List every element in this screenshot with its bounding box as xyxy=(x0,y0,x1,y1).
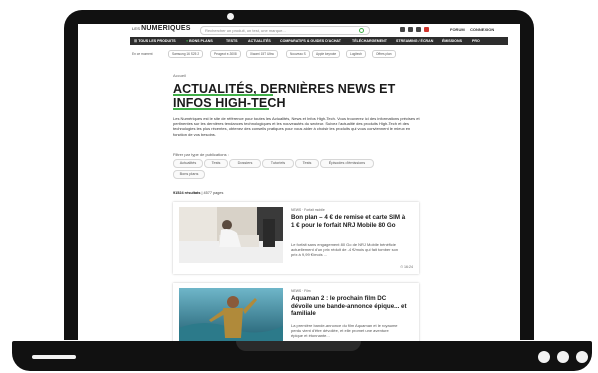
article-card[interactable]: NEWS · Forfait mobile Bon plan – 4 € de … xyxy=(173,202,419,274)
filter-pill[interactable]: Bons plans xyxy=(173,170,205,179)
connexion-link[interactable]: CONNEXION xyxy=(470,26,494,33)
title-underline xyxy=(173,94,273,96)
indicator-dot xyxy=(576,351,588,363)
nav-item-comparatifs[interactable]: COMPARATIFS & GUIDES D'ACHAT xyxy=(280,37,341,45)
article-time: ⏱ 16:24 xyxy=(400,265,413,269)
logo-prefix: LES xyxy=(132,26,141,31)
nav-item-tests[interactable]: TESTS xyxy=(226,37,238,45)
facebook-icon[interactable] xyxy=(400,27,405,32)
tag-pill[interactable]: Offres plan xyxy=(372,50,396,58)
results-total: 91524 résultats xyxy=(173,191,201,195)
search-input[interactable]: Rechercher un produit, un test, une marq… xyxy=(200,26,370,35)
filter-pill[interactable]: Tests xyxy=(204,159,228,168)
instagram-icon[interactable] xyxy=(416,27,421,32)
tag-pill[interactable]: Logitech xyxy=(346,50,367,58)
youtube-icon[interactable] xyxy=(424,27,429,32)
site-logo[interactable]: LESNUMERIQUES xyxy=(132,25,191,32)
nav-item-all-products[interactable]: ☰ TOUS LES PRODUITS xyxy=(134,37,176,45)
intro-text: Les Numériques est le site de référence … xyxy=(173,116,420,137)
filter-pill[interactable]: Dossiers xyxy=(229,159,261,168)
trending-tags: En ce moment Samsung 16 S25 2 Peugeot e-… xyxy=(132,50,502,58)
search-placeholder: Rechercher un produit, un test, une marq… xyxy=(205,28,286,33)
trending-label: En ce moment xyxy=(132,52,153,56)
article-excerpt: Le forfait sans engagement 80 Go de NRJ … xyxy=(291,242,399,257)
nav-item-emissions[interactable]: ÉMISSIONS xyxy=(442,37,462,45)
tag-pill[interactable]: Apple keynote xyxy=(312,50,341,58)
trackpad-line xyxy=(32,355,76,359)
indicator-dot xyxy=(557,351,569,363)
article-image[interactable] xyxy=(179,288,283,341)
twitter-icon[interactable] xyxy=(408,27,413,32)
tag-pill[interactable]: Samsung 16 S25 2 xyxy=(168,50,204,58)
laptop-notch xyxy=(236,341,361,351)
nav-item-streaming[interactable]: STREAMING / ÉCRAN xyxy=(396,37,433,45)
article-card[interactable]: NEWS · Film Aquaman 2 : le prochain film… xyxy=(173,283,419,341)
filter-pill[interactable]: Épisodes d'émissions xyxy=(320,159,374,168)
nav-item-pro[interactable]: PRO xyxy=(472,37,480,45)
filter-pill[interactable]: Actualités xyxy=(173,159,203,168)
article-title[interactable]: Aquaman 2 : le prochain film DC dévoile … xyxy=(291,295,409,318)
laptop-screen: LESNUMERIQUES Rechercher un produit, un … xyxy=(78,24,520,341)
filter-pill[interactable]: Tests xyxy=(295,159,319,168)
nav-item-telechargement[interactable]: TÉLÉCHARGEMENT xyxy=(352,37,387,45)
page-title: ACTUALITÉS, DERNIÈRES NEWS ET INFOS HIGH… xyxy=(173,82,396,110)
nav-item-bons-plans[interactable]: ● BONS PLANS xyxy=(186,37,213,45)
filter-pill[interactable]: Tutoriels xyxy=(262,159,294,168)
results-pages: | 4577 pages xyxy=(201,191,224,195)
indicator-dot xyxy=(538,351,550,363)
nav-item-label: BONS PLANS xyxy=(189,39,213,43)
results-count: 91524 résultats | 4577 pages xyxy=(173,191,223,195)
tag-pill[interactable]: Xiaomi 15T Ultra xyxy=(246,50,278,58)
logo-text: NUMERIQUES xyxy=(141,25,191,32)
tag-pill[interactable]: Peugeot e-3008 xyxy=(210,50,241,58)
camera-icon xyxy=(227,13,234,20)
search-icon[interactable] xyxy=(359,28,364,33)
title-underline xyxy=(173,108,269,110)
forum-link[interactable]: FORUM xyxy=(450,26,465,33)
filter-label: Filtrer par type de publications : xyxy=(173,152,229,157)
breadcrumb[interactable]: Accueil xyxy=(173,73,186,78)
article-category: NEWS · Film xyxy=(291,289,311,293)
article-image[interactable] xyxy=(179,207,283,263)
site-header: LESNUMERIQUES Rechercher un produit, un … xyxy=(78,24,520,36)
article-title[interactable]: Bon plan – 4 € de remise et carte SIM à … xyxy=(291,214,409,229)
article-excerpt: La première bande-annonce du film Aquama… xyxy=(291,323,398,338)
article-category: NEWS · Forfait mobile xyxy=(291,208,325,212)
main-nav: ☰ TOUS LES PRODUITS ● BONS PLANS TESTS A… xyxy=(130,37,508,45)
nav-item-actualites[interactable]: ACTUALITÉS xyxy=(248,37,271,45)
tag-pill[interactable]: Nouveau S xyxy=(286,50,310,58)
